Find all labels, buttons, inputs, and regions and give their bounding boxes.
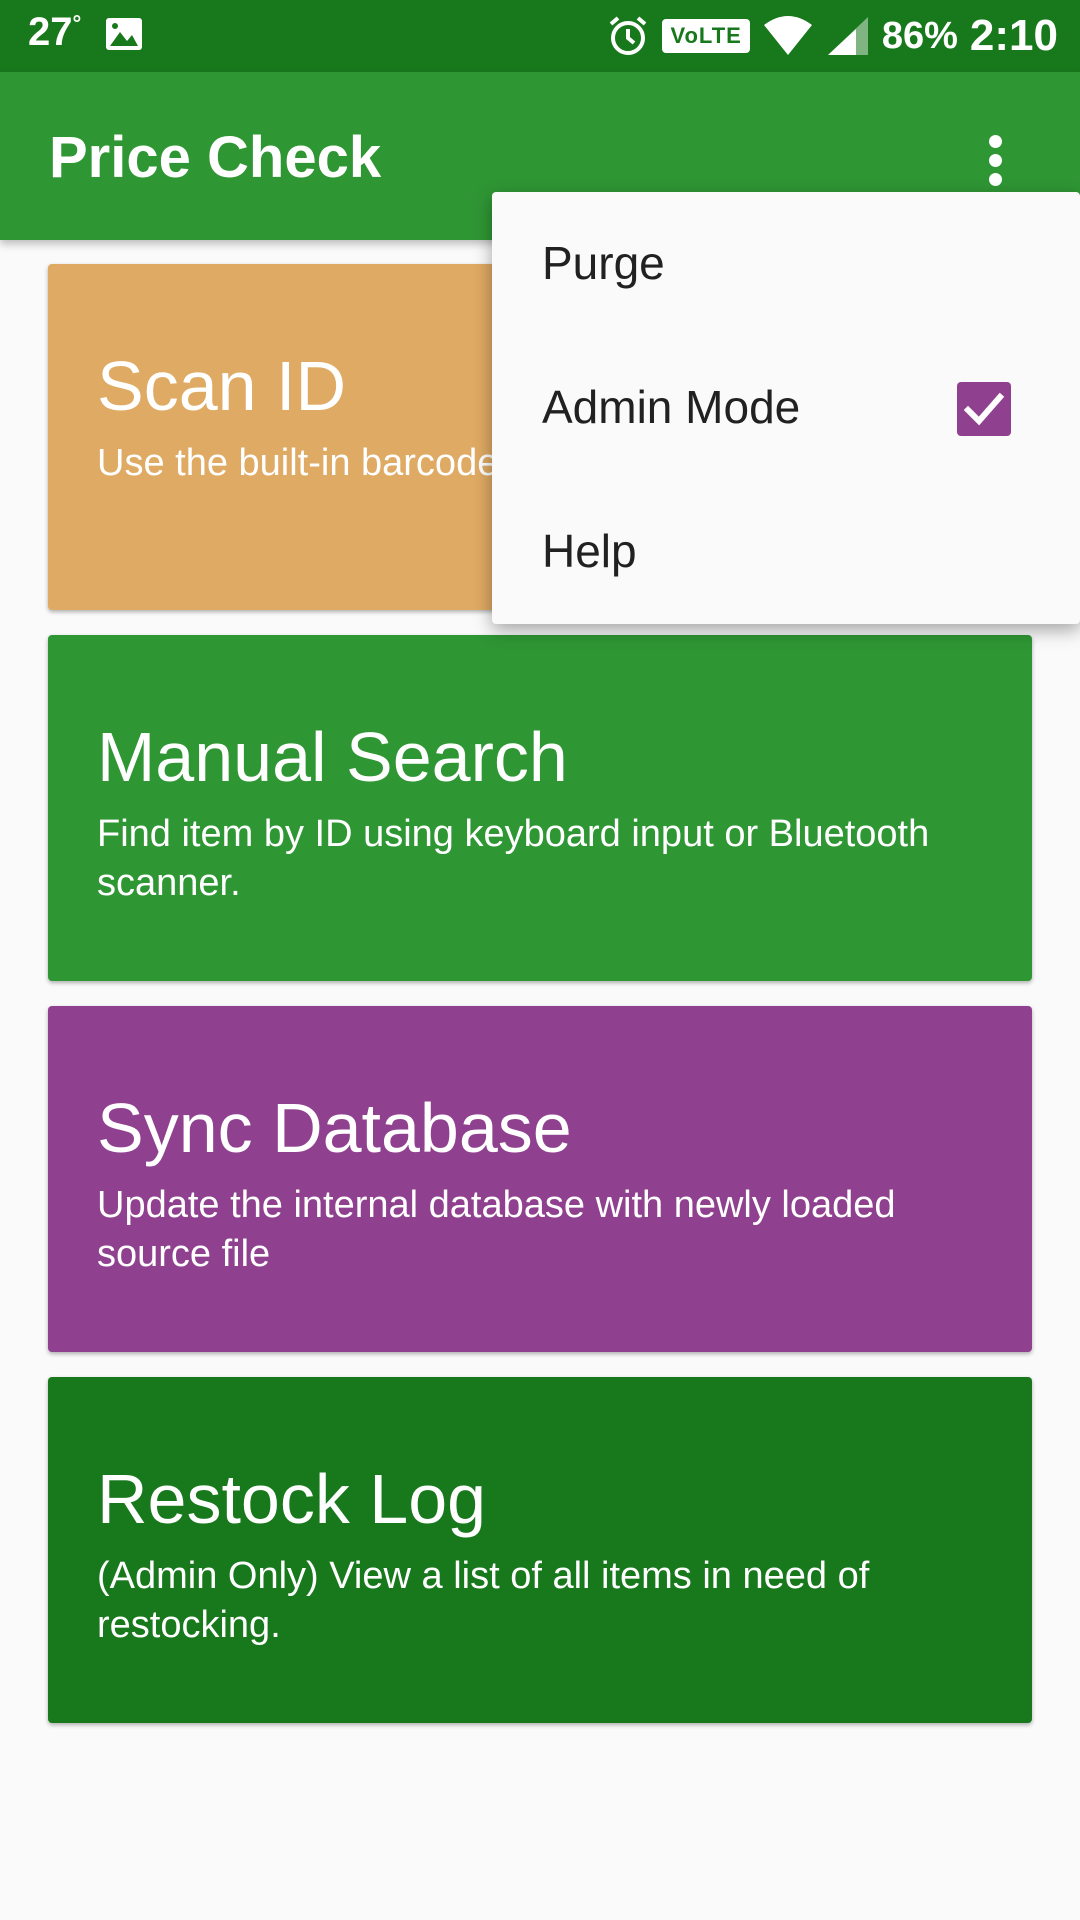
cell-signal-icon [827,17,868,55]
volte-badge: VoLTE [662,19,750,53]
overflow-popup-menu: Purge Admin Mode Help [492,192,1080,624]
app-title: Price Check [49,125,382,190]
menu-item-label: Admin Mode [542,381,801,433]
admin-mode-checkbox[interactable] [957,382,1011,436]
checkmark-icon [963,392,1005,426]
card-title: Manual Search [97,718,568,796]
menu-item-admin-mode[interactable]: Admin Mode [492,336,1080,480]
wifi-icon [763,16,812,55]
overflow-menu-icon[interactable] [975,130,1015,190]
degree-symbol: ° [72,10,82,36]
status-icons: VoLTE 86% 2:10 [594,0,1058,72]
alarm-icon [610,16,647,55]
card-title: Sync Database [97,1089,572,1167]
temperature-value: 27 [28,10,73,54]
card-description: Find item by ID using keyboard input or … [97,813,930,904]
card-description: Update the internal database with newly … [97,1184,896,1275]
restock-log-card[interactable]: Restock Log (Admin Only) View a list of … [48,1377,1032,1723]
status-bar: 27° VoLTE 86% 2:10 [0,0,1080,72]
clock: 2:10 [969,11,1058,60]
menu-item-purge[interactable]: Purge [492,192,1080,336]
card-description: (Admin Only) View a list of all items in… [97,1555,870,1646]
menu-item-label: Purge [542,237,665,289]
manual-search-card[interactable]: Manual Search Find item by ID using keyb… [48,635,1032,981]
battery-level: 86% [881,14,958,57]
card-title: Scan ID [97,347,346,425]
menu-item-help[interactable]: Help [492,480,1080,624]
sync-database-card[interactable]: Sync Database Update the internal databa… [48,1006,1032,1352]
menu-item-label: Help [542,525,637,577]
temperature-indicator: 27° [28,10,81,55]
card-title: Restock Log [97,1460,487,1538]
gallery-icon [106,18,142,50]
